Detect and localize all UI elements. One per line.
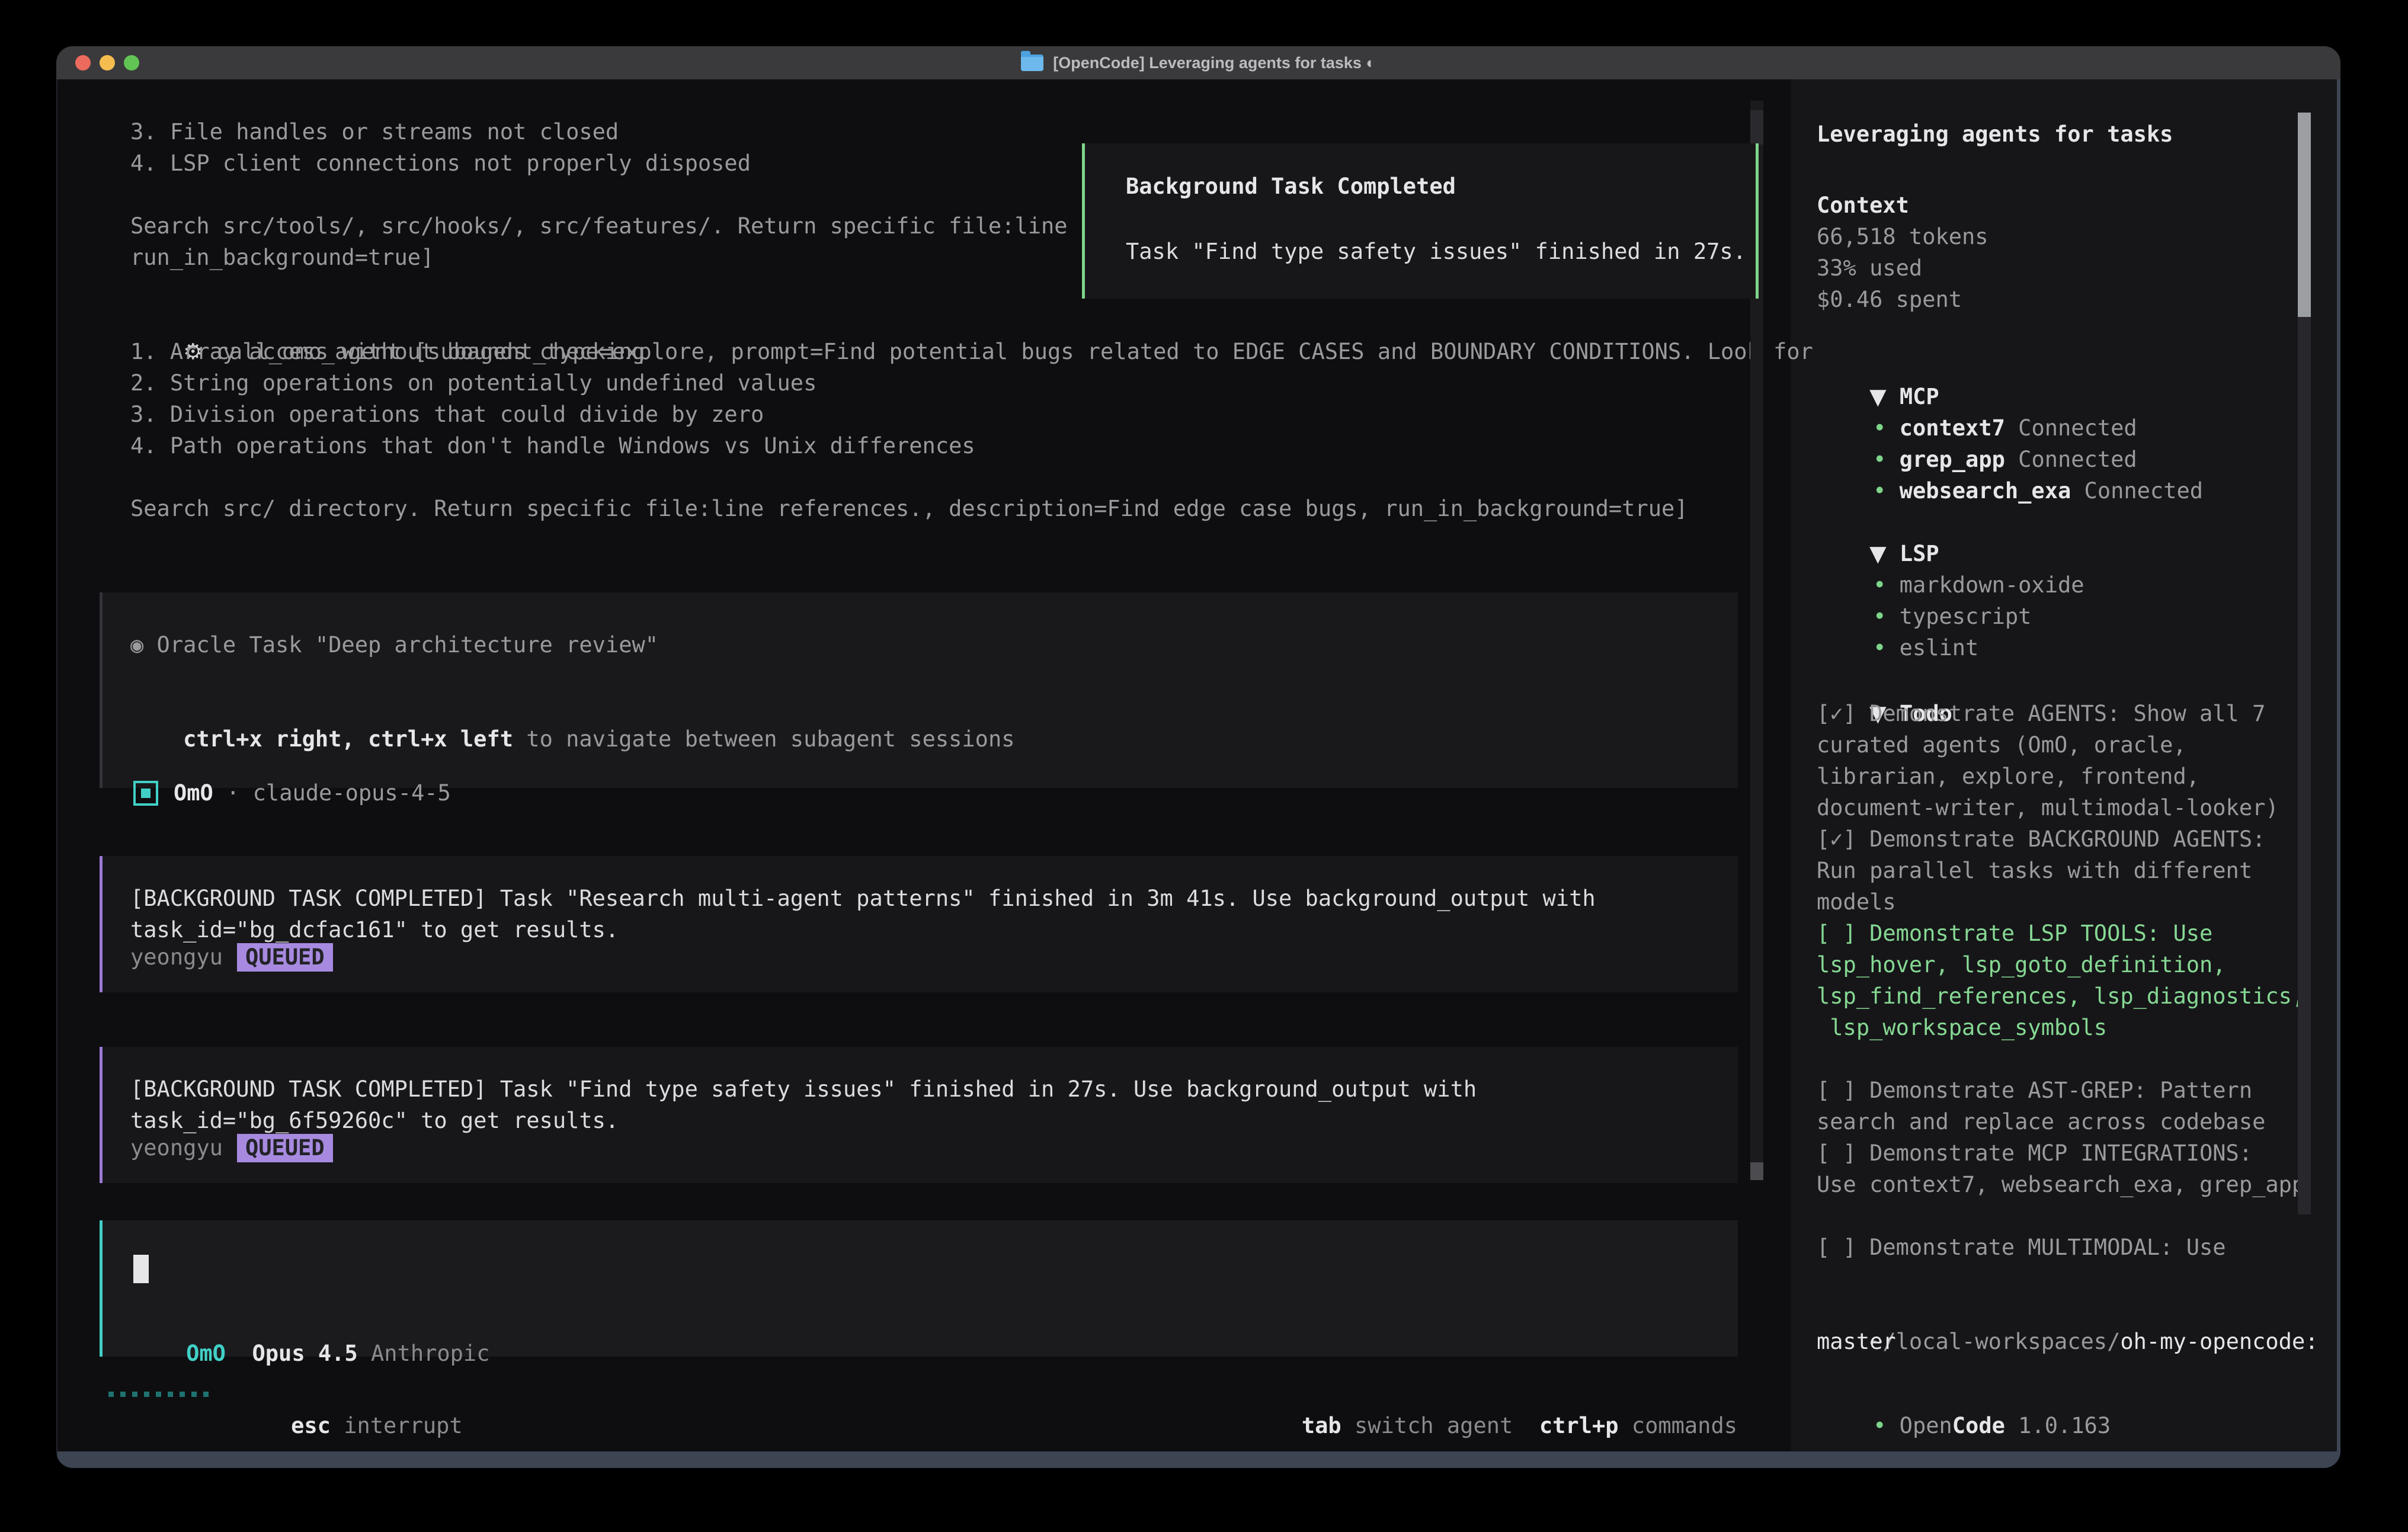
version-name-bold: Code bbox=[1952, 1413, 2005, 1438]
task2-footer: yeongyu QUEUED bbox=[130, 1132, 333, 1164]
zoom-button[interactable] bbox=[124, 55, 139, 70]
lsp-item-eslint: • eslint bbox=[1820, 601, 1978, 632]
task2-user: yeongyu bbox=[130, 1132, 223, 1164]
notification-title: Background Task Completed bbox=[1126, 171, 1456, 202]
activity-dots bbox=[108, 1392, 209, 1397]
input-model: Opus 4.5 bbox=[252, 1341, 358, 1366]
background-task-notification: Background Task Completed Task "Find typ… bbox=[1082, 143, 1759, 299]
bullet-icon: • bbox=[1873, 1413, 1886, 1438]
version-name-dim: Open bbox=[1900, 1413, 1952, 1438]
session-agent: OmO bbox=[174, 777, 213, 809]
todo-section-header[interactable]: ▼ Todo bbox=[1817, 666, 1952, 698]
window-titlebar[interactable]: [OpenCode] Leveraging agents for tasks ◐ bbox=[56, 46, 2340, 79]
lsp-item-name: eslint bbox=[1900, 635, 1979, 661]
workspace-path: ~/local-workspaces/oh-my-opencode: bbox=[1817, 1294, 2319, 1326]
mcp-section-header[interactable]: ▼ MCP bbox=[1817, 350, 1939, 381]
mcp-item-name: websearch_exa bbox=[1900, 478, 2071, 504]
lsp-item-markdown-oxide: • markdown-oxide bbox=[1820, 538, 2084, 569]
statusbar-left: esc interrupt bbox=[238, 1379, 463, 1410]
todo-item-pending-multimodal: [ ] Demonstrate MULTIMODAL: Use bbox=[1817, 1232, 2226, 1263]
task1-footer: yeongyu QUEUED bbox=[130, 941, 333, 973]
status-badge: QUEUED bbox=[237, 943, 333, 972]
input-agent: OmO bbox=[186, 1341, 226, 1366]
input-provider: Anthropic bbox=[371, 1341, 489, 1366]
folder-icon bbox=[1021, 55, 1043, 71]
terminal-output-block-1: 3. File handles or streams not closed 4.… bbox=[130, 116, 1068, 273]
session-header[interactable]: OmO · claude-opus-4-5 bbox=[133, 777, 451, 809]
status-badge: QUEUED bbox=[237, 1134, 333, 1162]
oracle-task-panel bbox=[100, 592, 1738, 788]
todo-item-pending-ast-grep: [ ] Demonstrate AST-GREP: Pattern search… bbox=[1817, 1075, 2265, 1137]
agent-icon bbox=[133, 781, 158, 806]
lsp-item-typescript: • typescript bbox=[1820, 569, 2031, 601]
tab-key-hint: tab bbox=[1302, 1413, 1341, 1438]
session-model bbox=[213, 777, 226, 809]
ctrlp-label: commands bbox=[1619, 1413, 1737, 1438]
minimize-button[interactable] bbox=[100, 55, 115, 70]
esc-key-hint: esc bbox=[291, 1413, 331, 1438]
task1-user: yeongyu bbox=[130, 941, 223, 973]
sidebar-scrollbar-thumb[interactable] bbox=[2298, 113, 2311, 317]
workspace-repo: oh-my-opencode: bbox=[2120, 1329, 2318, 1354]
close-button[interactable] bbox=[75, 55, 91, 70]
session-model-name: · claude-opus-4-5 bbox=[226, 777, 451, 809]
main-scrollbar-thumb[interactable] bbox=[1750, 1162, 1763, 1180]
sidebar-session-title: Leveraging agents for tasks bbox=[1817, 118, 2173, 150]
oracle-hint-keys: ctrl+x right, ctrl+x left bbox=[183, 726, 513, 752]
context-header: Context bbox=[1817, 190, 1909, 221]
oracle-hint-rest: to navigate between subagent sessions bbox=[513, 726, 1014, 752]
window-title: [OpenCode] Leveraging agents for tasks ◐ bbox=[1053, 54, 1375, 72]
esc-label: interrupt bbox=[331, 1413, 463, 1438]
mcp-item-context7: • context7 Connected bbox=[1820, 381, 2137, 412]
statusbar-right: tab switch agent ctrl+p commands bbox=[1249, 1379, 1737, 1410]
workspace-path-prefix: ~/local-workspaces/ bbox=[1869, 1329, 2120, 1354]
mcp-item-websearch-exa: • websearch_exa Connected bbox=[1820, 444, 2203, 475]
tab-label: switch agent bbox=[1341, 1413, 1513, 1438]
tool-call-body: 1. Array access without bounds checking … bbox=[130, 336, 1688, 524]
version-number: 1.0.163 bbox=[2005, 1413, 2111, 1438]
context-stats: 66,518 tokens 33% used $0.46 spent bbox=[1817, 221, 1988, 315]
oracle-hint: ctrl+x right, ctrl+x left to navigate be… bbox=[130, 692, 1015, 723]
task1-body: [BACKGROUND TASK COMPLETED] Task "Resear… bbox=[130, 883, 1596, 946]
lsp-section-header[interactable]: ▼ LSP bbox=[1817, 507, 1939, 538]
tool-call-line: ⚙ call_omo_agent [subagent_type=explore,… bbox=[130, 305, 1813, 336]
todo-item-done-agents: [✓] Demonstrate AGENTS: Show all 7 curat… bbox=[1817, 698, 2279, 823]
task2-body: [BACKGROUND TASK COMPLETED] Task "Find t… bbox=[130, 1073, 1477, 1136]
mcp-item-grep-app: • grep_app Connected bbox=[1820, 412, 2137, 444]
notification-body: Task "Find type safety issues" finished … bbox=[1126, 236, 1746, 267]
ctrlp-key-hint: ctrl+p bbox=[1539, 1413, 1619, 1438]
bullet-icon: • bbox=[1873, 478, 1886, 504]
input-footer: OmO Opus 4.5 Anthropic bbox=[133, 1306, 489, 1338]
mcp-item-status: Connected bbox=[2071, 478, 2203, 504]
oracle-task-title: ◉ Oracle Task "Deep architecture review" bbox=[130, 629, 658, 661]
todo-item-current-lsp-tools: [ ] Demonstrate LSP TOOLS: Use lsp_hover… bbox=[1817, 918, 2305, 1043]
desktop: [OpenCode] Leveraging agents for tasks ◐… bbox=[0, 0, 2408, 1532]
main-scrollbar-segment[interactable] bbox=[1750, 110, 1763, 145]
todo-item-pending-mcp-integrations: [ ] Demonstrate MCP INTEGRATIONS: Use co… bbox=[1817, 1137, 2305, 1200]
sidebar-scrollbar-track[interactable] bbox=[2298, 317, 2311, 1214]
opencode-version: • OpenCode 1.0.163 bbox=[1820, 1379, 2111, 1410]
todo-item-done-background-agents: [✓] Demonstrate BACKGROUND AGENTS: Run p… bbox=[1817, 823, 2265, 918]
text-cursor bbox=[133, 1255, 149, 1283]
bullet-icon: • bbox=[1873, 635, 1886, 661]
workspace-branch: master bbox=[1817, 1326, 1896, 1357]
